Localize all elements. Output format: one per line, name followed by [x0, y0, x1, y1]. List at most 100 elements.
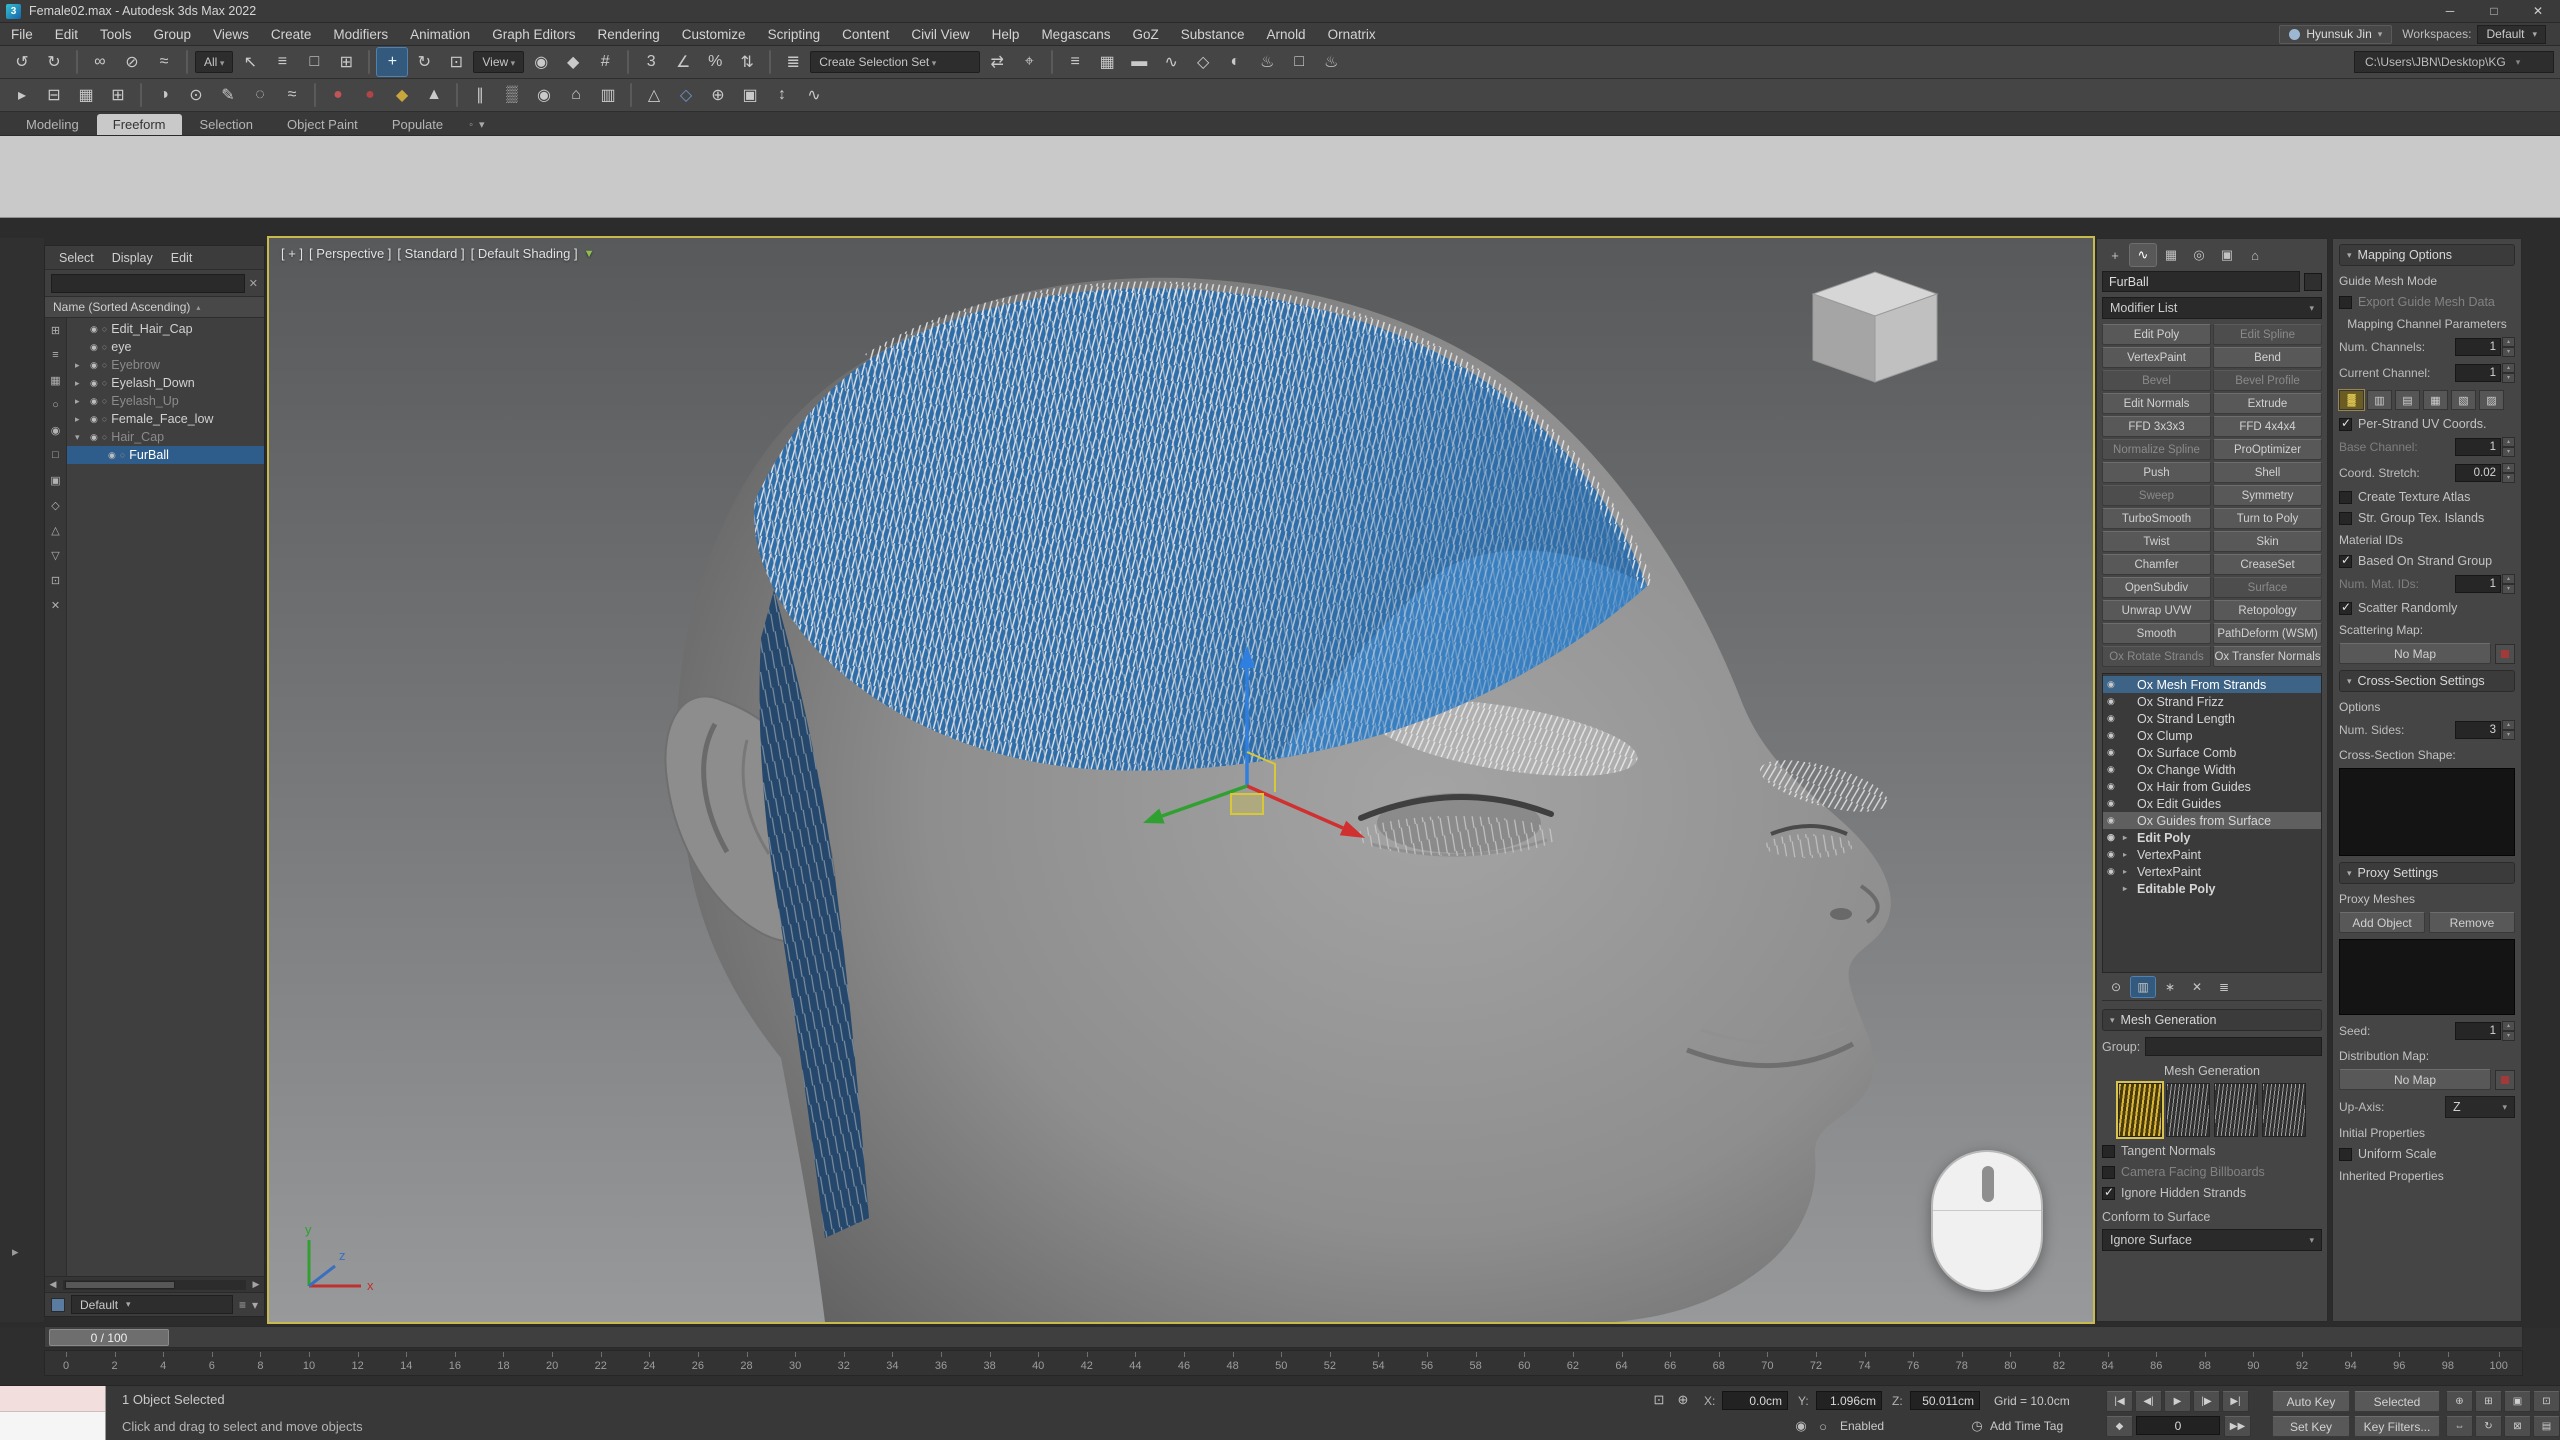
viewport-pov-menu[interactable]: [ Perspective ] — [309, 246, 391, 261]
modifier-preset-button[interactable]: Bevel — [2102, 370, 2211, 391]
scene-explorer-menu[interactable]: Edit — [163, 251, 201, 265]
ribbon-tab[interactable]: Object Paint — [271, 114, 374, 135]
modifier-stack-row[interactable]: ◉ Ox Strand Frizz — [2103, 693, 2321, 710]
scene-object-row[interactable]: ◉ ○ eye — [67, 338, 264, 356]
select-and-rotate-button[interactable]: ↻ — [409, 48, 439, 76]
set-key-button[interactable]: Set Key — [2272, 1416, 2350, 1437]
close-button[interactable]: ✕ — [2516, 0, 2560, 22]
modifier-stack-row[interactable]: ◉ Ox Surface Comb — [2103, 744, 2321, 761]
minimize-button[interactable]: ─ — [2428, 0, 2472, 22]
modifier-preset-button[interactable]: OpenSubdiv — [2102, 577, 2211, 598]
select-and-link-button[interactable]: ∞ — [85, 48, 115, 76]
modifier-visibility-icon[interactable]: ◉ — [2107, 849, 2119, 860]
toolbar2-button-12[interactable]: ◆ — [387, 81, 417, 109]
utilities-tab[interactable]: ⌂ — [2242, 244, 2268, 266]
toolbar2-button-10[interactable]: ● — [323, 81, 353, 109]
scene-sort-header[interactable]: Name (Sorted Ascending) ▴ — [45, 296, 264, 318]
menu-item[interactable]: Scripting — [757, 27, 832, 42]
modifier-visibility-icon[interactable]: ◉ — [2107, 798, 2119, 809]
workspace-dropdown[interactable]: Default ▾ — [2477, 25, 2546, 44]
se-display-toggle-2[interactable]: ≡ — [48, 347, 64, 363]
go-to-start-button[interactable]: |◀ — [2106, 1391, 2133, 1412]
toolbar2-button-2[interactable]: ⊟ — [39, 81, 69, 109]
rendered-frame-button[interactable]: □ — [1284, 48, 1314, 76]
style-swatch[interactable] — [51, 1298, 65, 1312]
x-coordinate-field[interactable]: 0.0cm — [1722, 1391, 1788, 1410]
viewport-filter-icon[interactable]: ▼ — [584, 248, 595, 260]
visibility-icon[interactable]: ◉ — [90, 378, 98, 389]
track-bar[interactable]: 0246810121416182022242628303234363840424… — [44, 1350, 2523, 1376]
num-channels-field[interactable]: 1 ▴▾ — [2455, 337, 2515, 357]
se-display-toggle-6[interactable]: □ — [48, 447, 64, 463]
render-button[interactable]: ♨ — [1316, 48, 1346, 76]
modifier-preset-button[interactable]: Extrude — [2213, 393, 2322, 414]
explorer-settings-icon[interactable]: ≡ — [239, 1298, 246, 1312]
modifier-preset-button[interactable]: Surface — [2213, 577, 2322, 598]
modifier-preset-button[interactable]: Sweep — [2102, 485, 2211, 506]
select-and-scale-button[interactable]: ⊡ — [441, 48, 471, 76]
spinner[interactable]: ▴▾ — [2502, 437, 2515, 457]
current-frame-field[interactable]: 0 — [2136, 1416, 2220, 1435]
key-filters-button[interactable]: Key Filters... — [2354, 1416, 2440, 1437]
modifier-preset-button[interactable]: Turn to Poly — [2213, 508, 2322, 529]
viewport-shading-menu[interactable]: [ Default Shading ] — [471, 246, 578, 261]
modifier-preset-button[interactable]: PathDeform (WSM) — [2213, 623, 2322, 644]
map-slot-toggle[interactable] — [2495, 1070, 2515, 1090]
bind-to-space-warp-button[interactable]: ≈ — [149, 48, 179, 76]
menu-item[interactable]: Modifiers — [322, 27, 399, 42]
map-type-button-6[interactable]: ▨ — [2479, 390, 2504, 410]
selected-set-dropdown[interactable]: Selected — [2354, 1391, 2440, 1412]
material-editor-button[interactable]: ◐ — [1220, 48, 1250, 76]
scene-object-row[interactable]: ◉ ○ FurBall — [67, 446, 264, 464]
se-display-toggle-4[interactable]: ○ — [48, 397, 64, 413]
rollout-cross-section[interactable]: ▾ Cross-Section Settings — [2339, 670, 2515, 692]
visibility-icon[interactable]: ◉ — [90, 396, 98, 407]
zoom-all-button[interactable]: ⊞ — [2475, 1391, 2502, 1412]
modify-tab[interactable]: ∿ — [2130, 244, 2156, 266]
modifier-preset-button[interactable]: Bend — [2213, 347, 2322, 368]
maximize-button[interactable]: □ — [2472, 0, 2516, 22]
snap-toggle-button[interactable]: 3 — [636, 48, 666, 76]
uniform-scale-checkbox[interactable]: Uniform Scale — [2339, 1147, 2515, 1161]
expand-arrow-icon[interactable]: ▸ — [2123, 867, 2133, 876]
selection-lock-icon[interactable]: ⊡ — [1648, 1390, 1670, 1410]
visibility-icon[interactable]: ◉ — [90, 414, 98, 425]
scene-object-row[interactable]: ◉ ○ Edit_Hair_Cap — [67, 320, 264, 338]
ribbon-tab[interactable]: Selection — [184, 114, 269, 135]
toolbar2-button-7[interactable]: ✎ — [213, 81, 243, 109]
scene-object-row[interactable]: ▸ ◉ ○ Eyelash_Down — [67, 374, 264, 392]
toolbar2-button-15[interactable]: ▒ — [497, 81, 527, 109]
scrollbar-track[interactable] — [63, 1280, 246, 1290]
viewport-renderer-menu[interactable]: [ Standard ] — [397, 246, 464, 261]
modifier-visibility-icon[interactable]: ◉ — [2107, 713, 2119, 724]
hair-preview-2[interactable] — [2166, 1083, 2210, 1137]
use-pivot-center-button[interactable]: ◉ — [526, 48, 556, 76]
map-slot-toggle[interactable] — [2495, 644, 2515, 664]
map-type-button-3[interactable]: ▤ — [2395, 390, 2420, 410]
camera-facing-billboards-checkbox[interactable]: Camera Facing Billboards — [2102, 1165, 2322, 1179]
menu-item[interactable]: Customize — [671, 27, 757, 42]
cross-section-shape-preview[interactable] — [2339, 768, 2515, 856]
menu-item[interactable]: Content — [831, 27, 900, 42]
toggle-layer-explorer-button[interactable]: ▦ — [1092, 48, 1122, 76]
modifier-preset-button[interactable]: Retopology — [2213, 600, 2322, 621]
num-sides-field[interactable]: 3 ▴▾ — [2455, 720, 2515, 740]
select-and-move-button[interactable]: + — [377, 48, 407, 76]
ribbon-tab[interactable]: Modeling — [10, 114, 95, 135]
visibility-icon[interactable]: ◉ — [90, 432, 98, 443]
maxscript-mini-listener[interactable] — [0, 1386, 106, 1440]
menu-item[interactable]: Help — [981, 27, 1031, 42]
menu-item[interactable]: GoZ — [1121, 27, 1169, 42]
viewport-config-button[interactable]: ▤ — [2533, 1416, 2560, 1437]
ignore-hidden-strands-checkbox[interactable]: Ignore Hidden Strands — [2102, 1186, 2322, 1200]
zoom-region-button[interactable]: ⊡ — [2533, 1391, 2560, 1412]
modifier-preset-button[interactable]: Shell — [2213, 462, 2322, 483]
user-account-button[interactable]: Hyunsuk Jin ▾ — [2279, 25, 2392, 44]
pin-stack-button[interactable]: ⊙ — [2104, 977, 2128, 997]
perspective-viewport[interactable]: x y z [ + ][ Perspective ][ Standard ][ … — [269, 238, 2093, 1322]
rollout-proxy-settings[interactable]: ▾ Proxy Settings — [2339, 862, 2515, 884]
base-channel-field[interactable]: 1 ▴▾ — [2455, 437, 2515, 457]
menu-item[interactable]: Group — [143, 27, 203, 42]
toolbar2-button-18[interactable]: ▥ — [593, 81, 623, 109]
expand-arrow-icon[interactable]: ▾ — [75, 432, 86, 443]
